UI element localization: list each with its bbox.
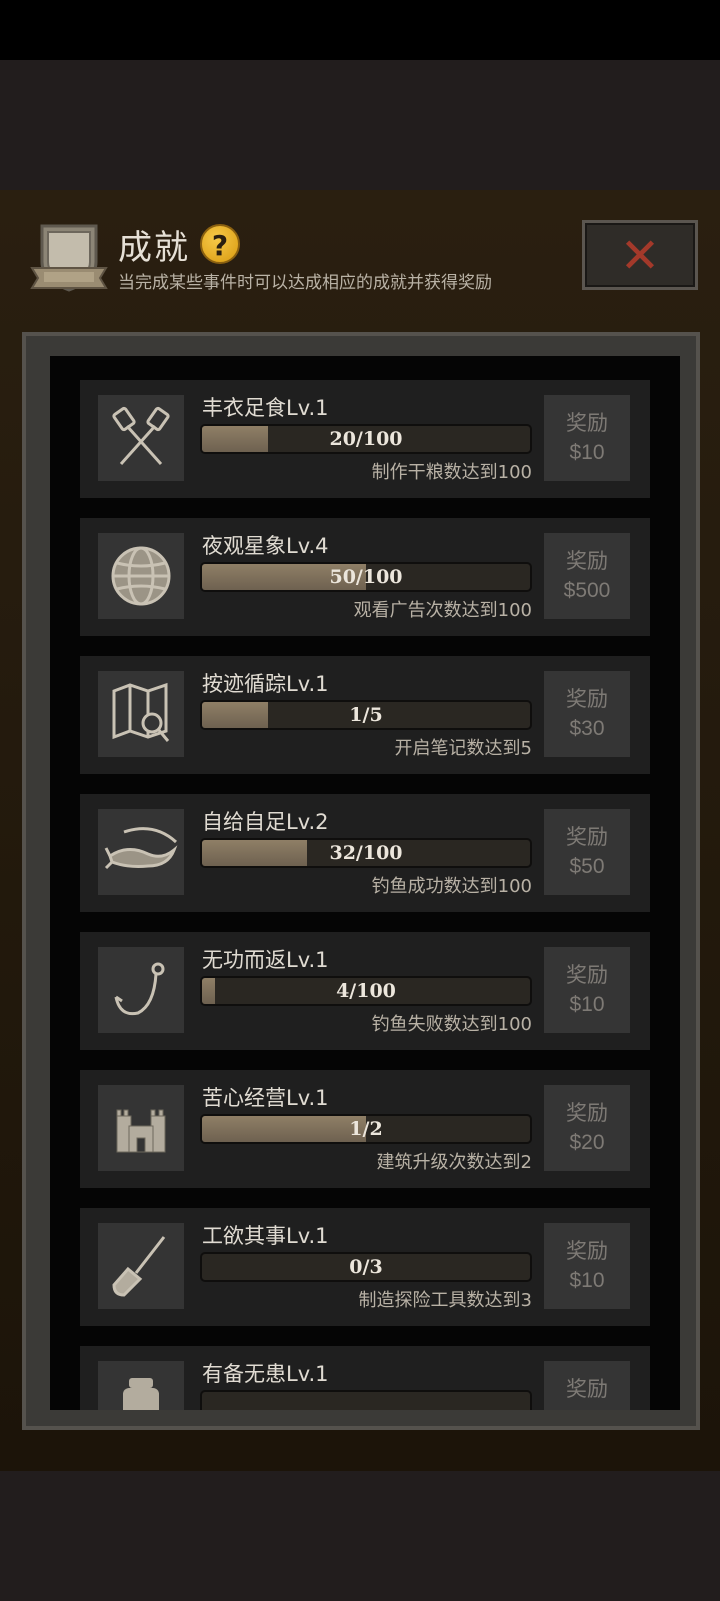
achievement-description: 制造探险工具数达到3 <box>358 1290 532 1311</box>
page-subtitle: 当完成某些事件时可以达成相应的成就并获得奖励 <box>118 273 492 293</box>
reward-amount: $30 <box>569 717 605 740</box>
progress-bar: 4/100 <box>200 976 532 1006</box>
crossed-spatulas-icon <box>98 395 184 481</box>
achievement-name: 工欲其事Lv.1 <box>202 1224 329 1248</box>
achievement-description: 钓鱼成功数达到100 <box>371 876 532 897</box>
reward-button[interactable]: 奖励 $30 <box>544 671 630 757</box>
achievement-item: 苦心经营Lv.1 1/2 建筑升级次数达到2 奖励 $20 <box>80 1070 650 1188</box>
achievement-description: 开启笔记数达到5 <box>394 738 532 759</box>
achievements-panel: 成就 ? 当完成某些事件时可以达成相应的成就并获得奖励 ✕ 丰衣足食Lv.1 2… <box>0 190 720 1471</box>
close-button[interactable]: ✕ <box>582 220 698 290</box>
close-icon: ✕ <box>619 228 661 284</box>
progress-bar <box>200 1390 532 1410</box>
reward-amount: $10 <box>569 993 605 1016</box>
progress-text: 32/100 <box>329 842 403 864</box>
progress-bar: 50/100 <box>200 562 532 592</box>
progress-text: 20/100 <box>329 428 403 450</box>
achievement-item: 夜观星象Lv.4 50/100 观看广告次数达到100 奖励 $500 <box>80 518 650 636</box>
progress-bar: 1/5 <box>200 700 532 730</box>
achievement-description: 观看广告次数达到100 <box>353 600 532 621</box>
progress-text: 1/2 <box>349 1118 383 1140</box>
dim-overlay-top[interactable] <box>0 60 720 190</box>
reward-label: 奖励 <box>566 549 608 573</box>
dim-overlay-bottom[interactable] <box>0 1471 720 1601</box>
reward-amount: $50 <box>569 855 605 878</box>
reward-label: 奖励 <box>566 411 608 435</box>
achievement-name: 自给自足Lv.2 <box>202 810 329 834</box>
achievement-name: 无功而返Lv.1 <box>202 948 329 972</box>
progress-bar: 20/100 <box>200 424 532 454</box>
map-search-icon <box>98 671 184 757</box>
panel-header: 成就 ? 当完成某些事件时可以达成相应的成就并获得奖励 ✕ <box>0 190 720 330</box>
reward-label: 奖励 <box>566 825 608 849</box>
progress-text <box>202 1392 530 1410</box>
reward-button[interactable]: 奖励 $50 <box>544 809 630 895</box>
reward-button[interactable]: 奖励 $10 <box>544 947 630 1033</box>
progress-bar: 0/3 <box>200 1252 532 1282</box>
page-title: 成就 <box>118 228 190 268</box>
progress-text: 4/100 <box>336 980 396 1002</box>
achievement-name: 有备无患Lv.1 <box>202 1362 329 1386</box>
reward-button[interactable]: 奖励 <box>544 1361 630 1410</box>
reward-amount: $20 <box>569 1131 605 1154</box>
achievement-item: 无功而返Lv.1 4/100 钓鱼失败数达到100 奖励 $10 <box>80 932 650 1050</box>
reward-amount: $10 <box>569 1269 605 1292</box>
reward-label: 奖励 <box>566 687 608 711</box>
progress-text: 1/5 <box>349 704 383 726</box>
reward-label: 奖励 <box>566 1377 608 1401</box>
achievement-name: 夜观星象Lv.4 <box>202 534 329 558</box>
achievement-name: 苦心经营Lv.1 <box>202 1086 329 1110</box>
progress-bar: 32/100 <box>200 838 532 868</box>
achievement-list-frame: 丰衣足食Lv.1 20/100 制作干粮数达到100 奖励 $10 夜观星象Lv… <box>22 332 700 1430</box>
reward-button[interactable]: 奖励 $10 <box>544 395 630 481</box>
achievement-description: 制作干粮数达到100 <box>371 462 532 483</box>
progress-bar: 1/2 <box>200 1114 532 1144</box>
help-icon[interactable]: ? <box>200 224 240 264</box>
fishing-hook-icon <box>98 947 184 1033</box>
achievement-description: 钓鱼失败数达到100 <box>371 1014 532 1035</box>
achievement-item: 有备无患Lv.1 奖励 <box>80 1346 650 1410</box>
jar-icon <box>98 1361 184 1410</box>
shovel-icon <box>98 1223 184 1309</box>
fish-icon <box>98 809 184 895</box>
status-bar-area <box>0 0 720 60</box>
achievement-item: 按迹循踪Lv.1 1/5 开启笔记数达到5 奖励 $30 <box>80 656 650 774</box>
globe-icon <box>98 533 184 619</box>
progress-text: 50/100 <box>329 566 403 588</box>
reward-label: 奖励 <box>566 1239 608 1263</box>
castle-icon <box>98 1085 184 1171</box>
achievement-list[interactable]: 丰衣足食Lv.1 20/100 制作干粮数达到100 奖励 $10 夜观星象Lv… <box>50 356 680 1410</box>
reward-button[interactable]: 奖励 $500 <box>544 533 630 619</box>
achievement-badge-icon <box>30 218 108 296</box>
achievement-name: 按迹循踪Lv.1 <box>202 672 329 696</box>
reward-amount: $10 <box>569 441 605 464</box>
achievement-name: 丰衣足食Lv.1 <box>202 396 329 420</box>
reward-amount: $500 <box>563 579 611 602</box>
achievement-item: 丰衣足食Lv.1 20/100 制作干粮数达到100 奖励 $10 <box>80 380 650 498</box>
reward-button[interactable]: 奖励 $20 <box>544 1085 630 1171</box>
achievement-description: 建筑升级次数达到2 <box>376 1152 532 1173</box>
achievement-item: 工欲其事Lv.1 0/3 制造探险工具数达到3 奖励 $10 <box>80 1208 650 1326</box>
reward-label: 奖励 <box>566 963 608 987</box>
progress-text: 0/3 <box>349 1256 383 1278</box>
reward-button[interactable]: 奖励 $10 <box>544 1223 630 1309</box>
achievement-item: 自给自足Lv.2 32/100 钓鱼成功数达到100 奖励 $50 <box>80 794 650 912</box>
reward-label: 奖励 <box>566 1101 608 1125</box>
